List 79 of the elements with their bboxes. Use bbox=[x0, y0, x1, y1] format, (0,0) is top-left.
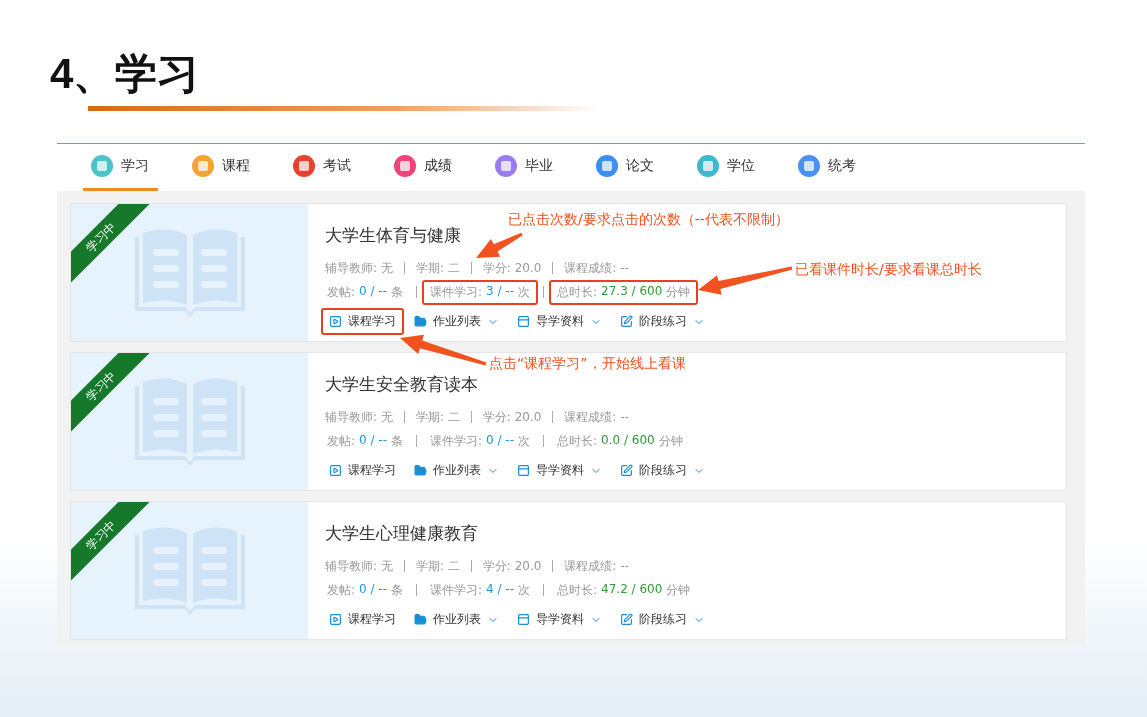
stat-unit: 条 bbox=[391, 432, 403, 450]
nav-tab[interactable]: 论文 bbox=[588, 144, 663, 191]
course-action[interactable]: 课程学习 bbox=[321, 457, 404, 484]
course-action[interactable]: 阶段练习 bbox=[612, 606, 713, 633]
folder-icon bbox=[414, 464, 427, 477]
stat-unit: 条 bbox=[391, 581, 403, 599]
course-action[interactable]: 阶段练习 bbox=[612, 308, 713, 335]
stat-value: 47.2 / 600 bbox=[601, 581, 663, 598]
course-meta: 学分: 20.0 bbox=[482, 557, 542, 575]
stat-unit: 条 bbox=[391, 283, 403, 301]
stat-value: 3 / -- bbox=[486, 283, 515, 300]
course-meta: 学期: 二 bbox=[415, 557, 460, 575]
stat-value: 0 / -- bbox=[486, 432, 515, 449]
course-action[interactable]: 阶段练习 bbox=[612, 457, 713, 484]
annotation-text: 已点击次数/要求点击的次数（--代表不限制） bbox=[508, 211, 789, 229]
arrow bbox=[476, 232, 523, 258]
nav-tab[interactable]: 成绩 bbox=[386, 144, 461, 191]
stat-label: 课件学习: bbox=[430, 432, 483, 450]
course-meta: 课程成绩: -- bbox=[564, 408, 629, 426]
course-action[interactable]: 导学资料 bbox=[509, 457, 610, 484]
stat-label: 课件学习: bbox=[430, 581, 483, 599]
course-meta: 辅导教师: 无 bbox=[325, 557, 393, 575]
play-icon bbox=[329, 464, 342, 477]
edit-icon bbox=[620, 613, 633, 626]
course-action[interactable]: 导学资料 bbox=[509, 308, 610, 335]
stat-value: 4 / -- bbox=[486, 581, 515, 598]
nav-tab[interactable]: 考试 bbox=[285, 144, 360, 191]
stat-unit: 次 bbox=[518, 432, 531, 450]
nav-tab[interactable]: 学习 bbox=[83, 144, 158, 191]
course-action[interactable]: 作业列表 bbox=[406, 308, 507, 335]
nav-tab[interactable]: 学位 bbox=[689, 144, 764, 191]
stat-value: 27.3 / 600 bbox=[601, 283, 663, 300]
annotation-text: 点击“课程学习”，开始线上看课 bbox=[489, 355, 686, 373]
stat-unit: 分钟 bbox=[666, 283, 691, 301]
stat-unit: 次 bbox=[518, 581, 531, 599]
list-icon bbox=[517, 464, 530, 477]
stat-unit: 分钟 bbox=[658, 432, 683, 450]
stat-label: 发帖: bbox=[327, 581, 356, 599]
stat-value: 0 / -- bbox=[359, 581, 387, 598]
course-action[interactable]: 课程学习 bbox=[321, 606, 404, 633]
edit-icon bbox=[620, 464, 633, 477]
stat-label: 总时长: bbox=[557, 432, 598, 450]
stat-unit: 分钟 bbox=[666, 581, 691, 599]
course-meta: 课程成绩: -- bbox=[564, 557, 629, 575]
course-meta: 学分: 20.0 bbox=[482, 259, 542, 277]
stat-label: 发帖: bbox=[327, 432, 356, 450]
folder-icon bbox=[414, 315, 427, 328]
stat-unit: 次 bbox=[518, 283, 531, 301]
course-action[interactable]: 作业列表 bbox=[406, 606, 507, 633]
course-title: 大学生体育与健康 bbox=[325, 224, 461, 247]
nav-tab[interactable]: 课程 bbox=[184, 144, 259, 191]
list-icon bbox=[517, 613, 530, 626]
slide-title: 4、学习 bbox=[50, 50, 200, 98]
play-icon bbox=[329, 613, 342, 626]
play-icon bbox=[329, 315, 342, 328]
stat-label: 发帖: bbox=[327, 283, 356, 301]
course-meta: 学期: 二 bbox=[415, 408, 460, 426]
stat-value: 0 / -- bbox=[359, 432, 387, 449]
course-meta: 学期: 二 bbox=[415, 259, 460, 277]
nav-tab[interactable]: 毕业 bbox=[487, 144, 562, 191]
annotation-text: 已看课件时长/要求看课总时长 bbox=[795, 261, 982, 279]
course-meta: 辅导教师: 无 bbox=[325, 408, 393, 426]
nav-tab[interactable]: 统考 bbox=[790, 144, 865, 191]
course-action[interactable]: 作业列表 bbox=[406, 457, 507, 484]
course-title: 大学生安全教育读本 bbox=[325, 373, 478, 396]
course-meta: 学分: 20.0 bbox=[482, 408, 542, 426]
stat-label: 总时长: bbox=[557, 581, 598, 599]
stat-label: 总时长: bbox=[557, 283, 598, 301]
course-action[interactable]: 课程学习 bbox=[321, 308, 404, 335]
folder-icon bbox=[414, 613, 427, 626]
stat-value: 0 / -- bbox=[359, 283, 387, 300]
stat-value: 0.0 / 600 bbox=[601, 432, 655, 449]
edit-icon bbox=[620, 315, 633, 328]
list-icon bbox=[517, 315, 530, 328]
course-action[interactable]: 导学资料 bbox=[509, 606, 610, 633]
course-meta: 课程成绩: -- bbox=[564, 259, 629, 277]
course-meta: 辅导教师: 无 bbox=[325, 259, 393, 277]
course-title: 大学生心理健康教育 bbox=[325, 522, 478, 545]
stat-label: 课件学习: bbox=[430, 283, 483, 301]
